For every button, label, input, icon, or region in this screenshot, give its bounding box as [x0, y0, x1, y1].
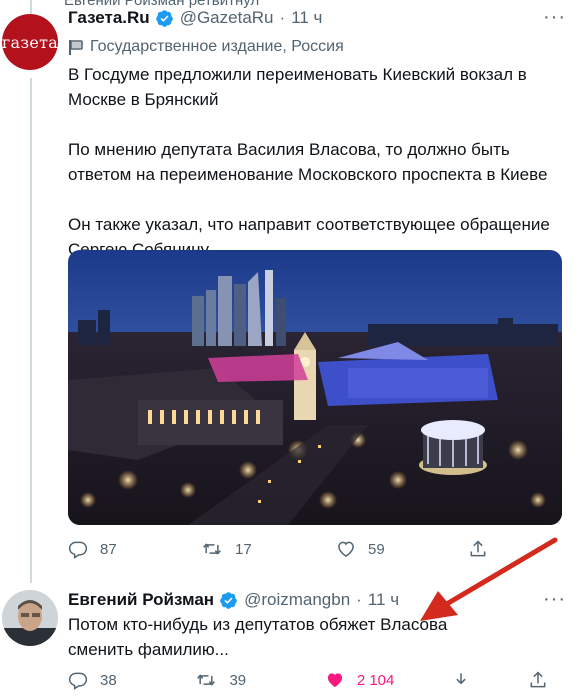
reply-button[interactable]: 38 [68, 670, 195, 690]
avatar-logo-text: газета [1, 32, 59, 52]
download-icon [456, 673, 467, 685]
author-name[interactable]: Евгений Ройзман [68, 590, 214, 610]
like-icon [338, 541, 354, 557]
flag-icon [69, 39, 83, 55]
verified-badge-icon [155, 9, 174, 28]
reply-button[interactable]: 87 [68, 539, 201, 559]
like-icon [327, 673, 342, 688]
label-text: Государственное издание, Россия [90, 38, 344, 55]
reply-icon [68, 672, 88, 690]
roizman-avatar[interactable] [2, 590, 58, 646]
like-count: 2 104 [356, 671, 395, 689]
tweet-timestamp[interactable]: 11 ч [291, 8, 322, 28]
verified-badge-icon [219, 591, 238, 610]
tweet-header: Газета.Ru @GazetaRu · 11 ч [68, 8, 322, 28]
tweet-paragraph: По мнению депутата Василия Власова, то д… [68, 140, 548, 184]
retweet-icon [203, 543, 221, 555]
reply-action-bar: 38 39 2 104 [68, 670, 548, 690]
retweet-count: 39 [229, 671, 247, 689]
state-media-label[interactable]: Государственное издание, Россия [68, 38, 344, 56]
like-button-active[interactable]: 2 104 [325, 670, 452, 690]
retweet-count: 17 [235, 540, 252, 558]
retweet-button[interactable]: 17 [201, 539, 336, 559]
retweet-icon [197, 674, 216, 686]
gazeta-avatar[interactable]: газета [2, 14, 58, 70]
separator-dot: · [279, 8, 286, 27]
separator-dot: · [356, 590, 362, 609]
retweet-button[interactable]: 39 [195, 670, 324, 690]
more-icon[interactable]: ··· [543, 6, 566, 29]
like-count: 59 [368, 540, 385, 558]
download-button[interactable] [451, 670, 528, 690]
share-button[interactable] [528, 670, 548, 690]
reply-icon [68, 541, 88, 559]
share-icon [530, 671, 546, 688]
tweet-timestamp[interactable]: 11 ч [368, 590, 399, 610]
tweet-body: В Госдуме предложили переименовать Киевс… [68, 62, 558, 262]
tweet-paragraph: В Госдуме предложили переименовать Киевс… [68, 65, 527, 109]
tweet-photo[interactable] [68, 250, 562, 525]
reply-count: 87 [100, 540, 117, 558]
author-name[interactable]: Газета.Ru [68, 8, 150, 28]
red-arrow-annotation [420, 537, 558, 621]
reply-tweet-body: Потом кто-нибудь из депутатов обяжет Вла… [68, 612, 468, 662]
thread-connector [30, 78, 32, 583]
reply-tweet-header: Евгений Ройзман @roizmangbn · 11 ч [68, 590, 399, 610]
author-handle[interactable]: @GazetaRu [180, 8, 274, 28]
thread-connector-top [30, 0, 32, 14]
author-handle[interactable]: @roizmangbn [244, 590, 350, 610]
reply-count: 38 [100, 671, 117, 689]
tweet-paragraph: Потом кто-нибудь из депутатов обяжет Вла… [68, 615, 448, 659]
